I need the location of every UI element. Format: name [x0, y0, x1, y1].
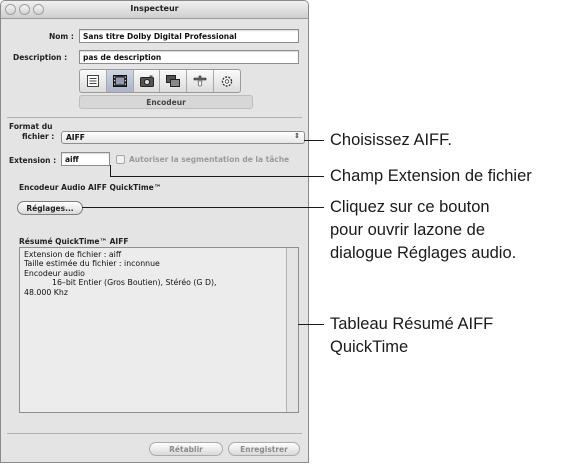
callout-leader-extension	[110, 165, 111, 176]
tab-encoder[interactable]: Encodeur	[79, 95, 253, 109]
summary-title: Résumé QuickTime™ AIFF	[19, 237, 129, 246]
callout-leader-extension	[110, 176, 324, 177]
tools-icon	[193, 75, 207, 87]
callout-settings-line: pour ouvrir lazone de	[330, 221, 486, 239]
summary-scrollbar[interactable]	[286, 248, 298, 412]
list-icon	[86, 75, 99, 87]
summary-line: 16–bit Entier (Gros Boutien), Stéréo (G …	[52, 278, 217, 288]
callout-leader-settings	[82, 207, 324, 208]
toolbar-button-filters[interactable]	[134, 70, 161, 92]
film-icon	[112, 75, 127, 87]
extension-field[interactable]: aiff	[61, 152, 110, 166]
settings-button[interactable]: Réglages...	[17, 201, 83, 215]
save-button[interactable]: Enregistrer	[228, 442, 300, 456]
format-label-line1: Format du	[9, 122, 53, 131]
title-bar[interactable]: Inspecteur	[1, 1, 308, 19]
description-label: Description :	[13, 53, 68, 62]
gear-icon	[221, 75, 233, 87]
camera-icon	[139, 75, 154, 87]
callout-summary: Tableau Résumé AIFF QuickTime	[330, 313, 493, 359]
callout-settings-line: Cliquez sur ce bouton	[330, 198, 490, 216]
callout-leader-format	[304, 140, 324, 141]
summary-line: 48.000 Khz	[24, 287, 68, 297]
updown-arrows-icon: ⇕	[294, 132, 300, 140]
toolbar-button-summary[interactable]	[80, 70, 107, 92]
summary-line: Taille estimée du fichier : inconnue	[24, 259, 160, 269]
name-field[interactable]: Sans titre Dolby Digital Professional	[79, 29, 299, 43]
callout-summary-line: Tableau Résumé AIFF	[330, 315, 494, 333]
layers-icon	[166, 75, 181, 87]
callout-leader-summary	[298, 324, 324, 325]
callout-summary-line: QuickTime	[330, 338, 409, 356]
callout-extension: Champ Extension de fichier	[330, 167, 532, 185]
description-field[interactable]: pas de description	[79, 50, 299, 64]
name-label: Nom :	[49, 32, 74, 41]
window-title: Inspecteur	[130, 4, 179, 13]
callout-format: Choisissez AIFF.	[330, 131, 452, 149]
summary-line: Encodeur audio	[24, 268, 85, 278]
summary-line: Extension de fichier : aiff	[24, 250, 122, 259]
toolbar-button-geometry[interactable]	[160, 70, 188, 92]
summary-table: Extension de fichier : aiff Taille estim…	[19, 247, 299, 413]
segmentation-checkbox-label: Autoriser la segmentation de la tâche	[129, 155, 290, 164]
format-popup-value: AIFF	[66, 133, 85, 142]
segmentation-checkbox[interactable]	[116, 155, 125, 164]
format-label-line2: fichier :	[22, 132, 55, 141]
inspector-window: Inspecteur Nom : Sans titre Dolby Digita…	[0, 0, 309, 463]
toolbar-button-settings[interactable]	[214, 70, 240, 92]
divider	[7, 117, 302, 118]
toolbar-button-encoder[interactable]	[106, 70, 134, 92]
callout-settings-line: dialogue Réglages audio.	[330, 244, 517, 262]
revert-button[interactable]: Rétablir	[149, 442, 223, 456]
callout-settings: Cliquez sur ce bouton pour ouvrir lazone…	[330, 196, 516, 265]
extension-label: Extension :	[9, 156, 57, 165]
encoder-section-title: Encodeur Audio AIFF QuickTime™	[19, 183, 162, 192]
toolbar-button-actions[interactable]	[187, 70, 215, 92]
format-popup[interactable]: AIFF ⇕	[61, 131, 305, 144]
inspector-toolbar	[79, 69, 241, 93]
divider	[7, 433, 302, 434]
